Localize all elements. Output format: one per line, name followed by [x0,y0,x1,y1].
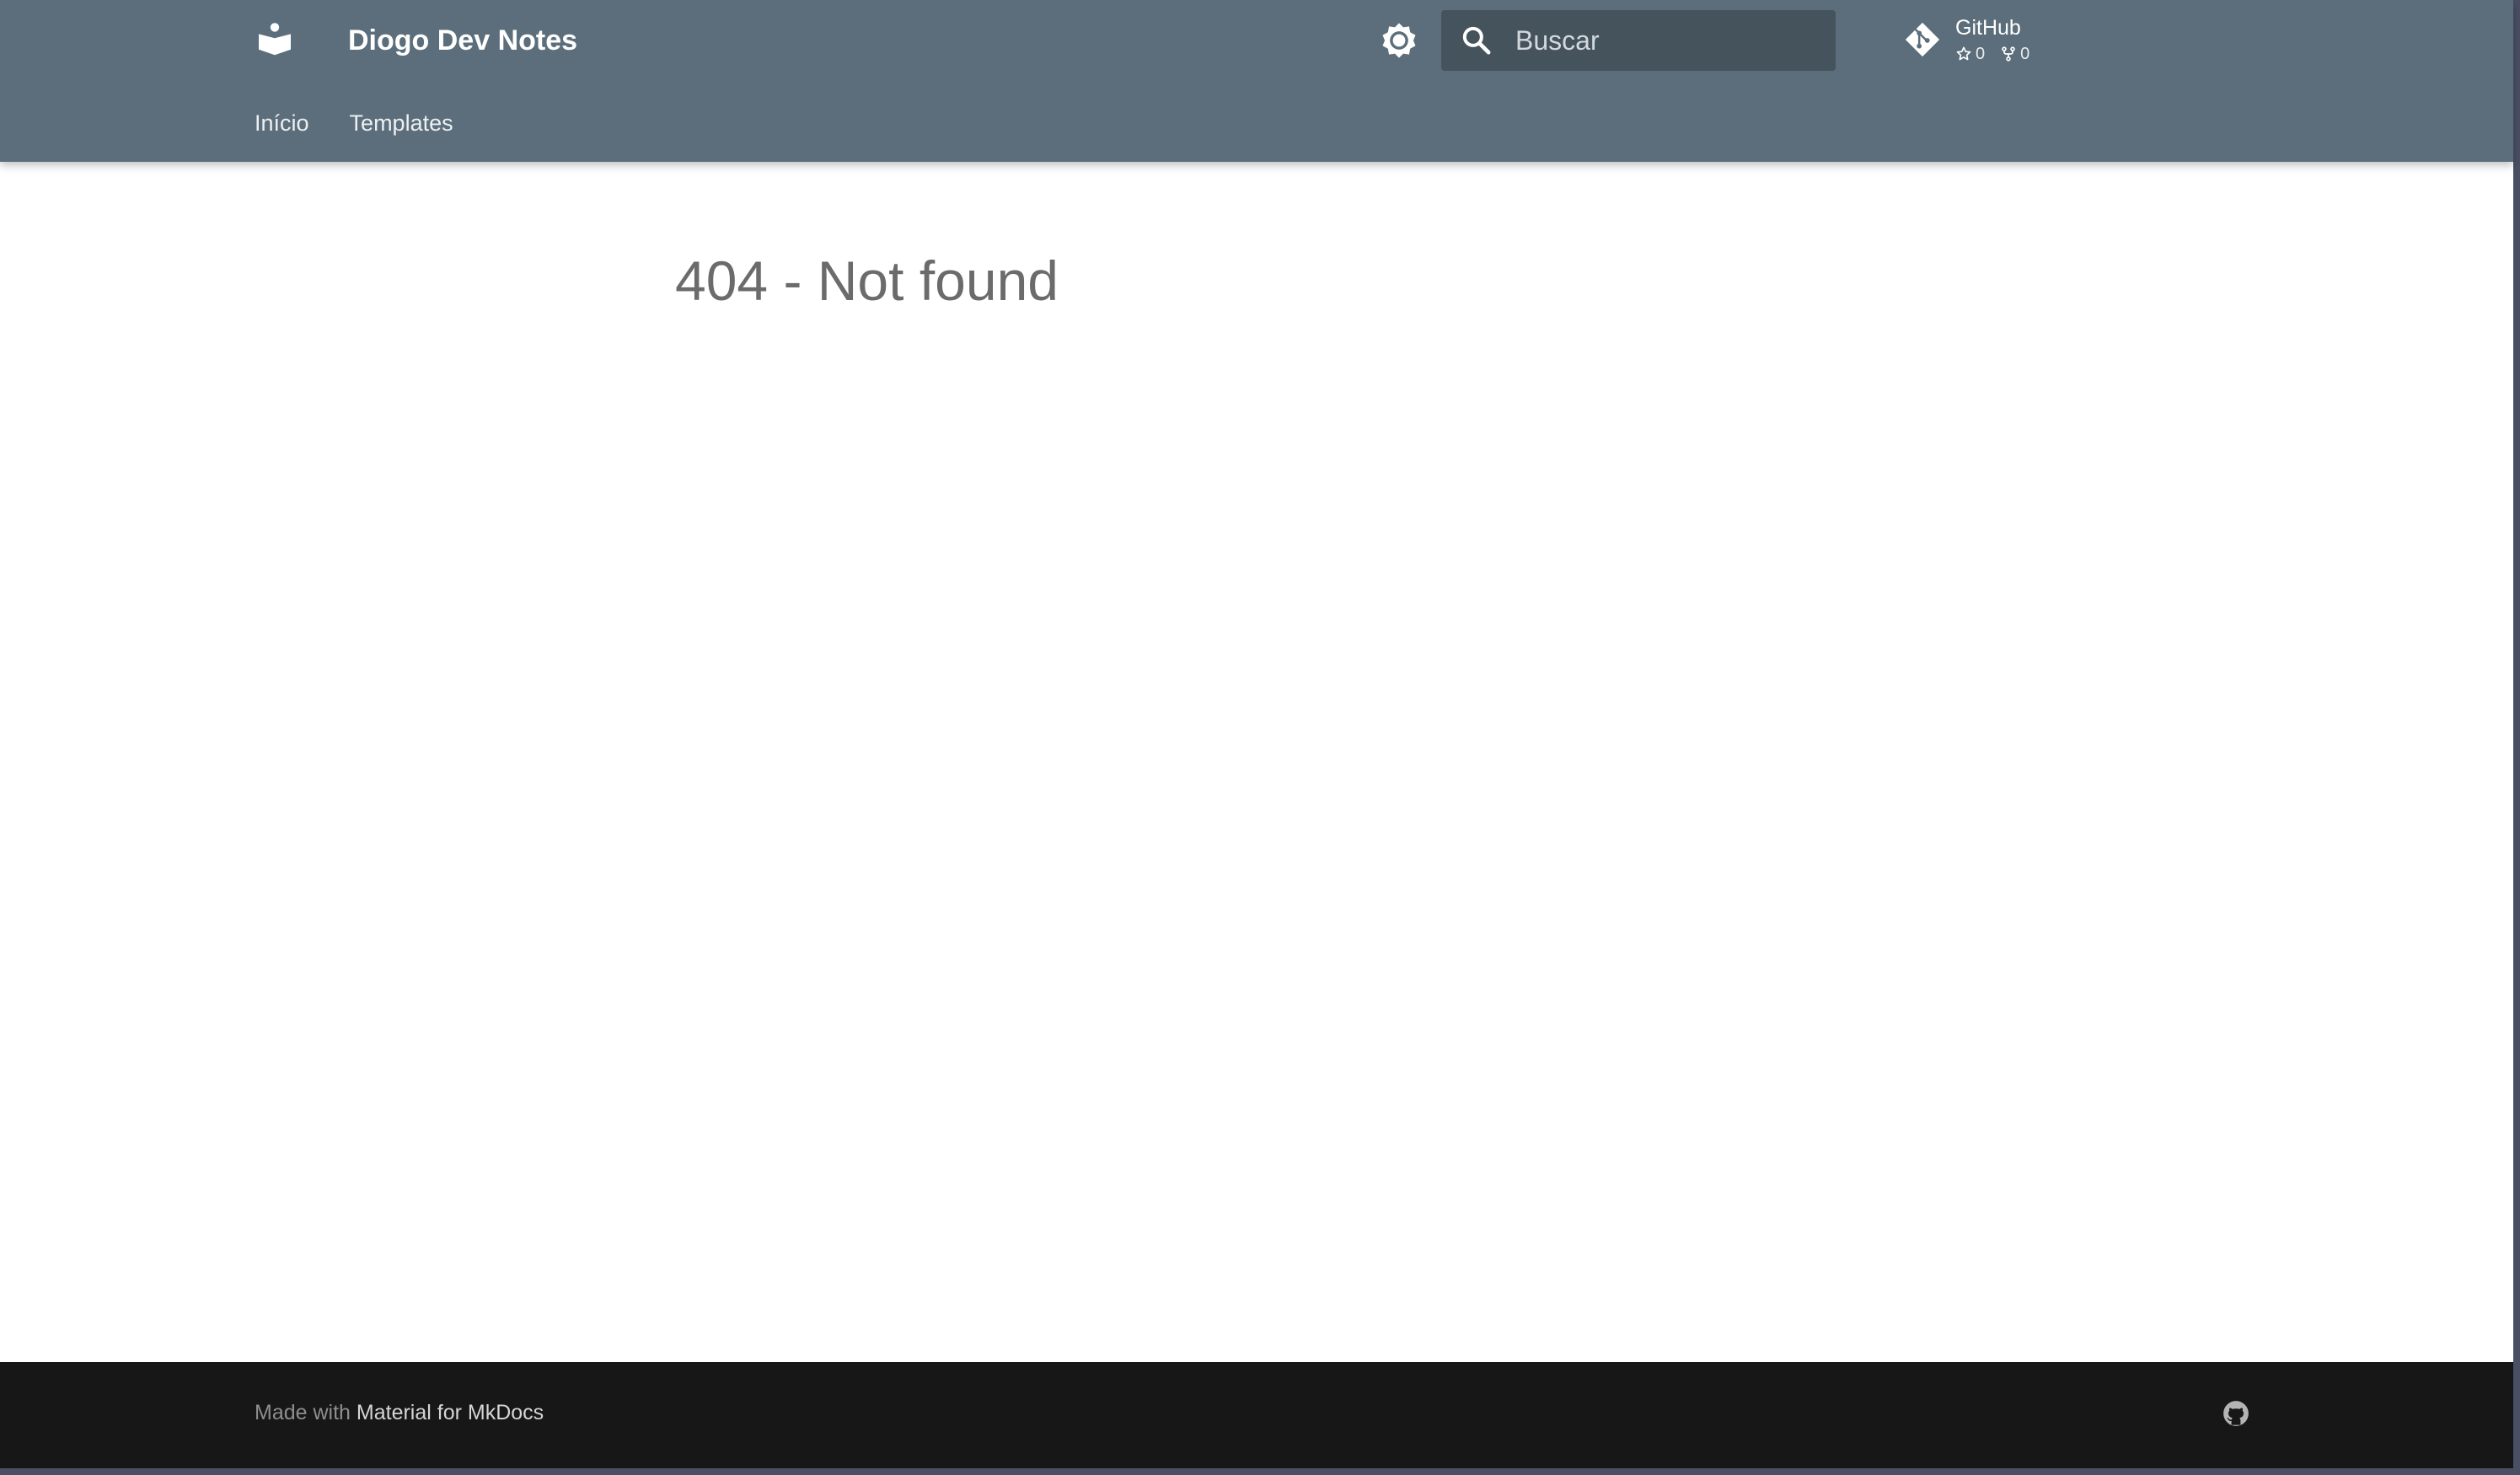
footer-mkdocs-link[interactable]: Material for MkDocs [357,1401,544,1424]
page-title: 404 - Not found [675,249,1059,312]
window-edge-bottom [0,1468,2520,1475]
search-icon [1462,26,1491,55]
stars-count: 0 [1976,45,1986,63]
forks-count: 0 [2020,45,2030,63]
tab-templates[interactable]: Templates [350,103,453,143]
header: Diogo Dev Notes GitHub [0,0,2513,162]
search-input[interactable] [1515,10,1827,71]
footer: Made with Material for MkDocs [0,1362,2513,1468]
site-title[interactable]: Diogo Dev Notes [348,20,577,61]
github-icon[interactable] [2222,1399,2250,1428]
repo-facts: 0 0 [1955,44,2045,64]
page: Diogo Dev Notes GitHub [0,0,2520,1475]
repo-stars: 0 [1955,44,1985,64]
footer-copyright: Made with Material for MkDocs [255,1399,544,1426]
git-icon [1905,22,1940,57]
repo-name: GitHub [1955,16,2021,40]
star-icon [1956,46,1971,61]
tab-inicio[interactable]: Início [255,103,309,143]
repo-link[interactable]: GitHub 0 0 [1903,15,2072,69]
book-reader-icon[interactable] [255,19,295,59]
fork-icon [2002,46,2015,62]
search-box[interactable] [1441,10,1836,71]
brightness-icon[interactable] [1377,19,1421,62]
tabs: Início Templates [255,103,494,143]
window-edge-right [2513,0,2520,1475]
repo-forks: 0 [2000,44,2029,64]
footer-made-with: Made with [255,1401,351,1424]
